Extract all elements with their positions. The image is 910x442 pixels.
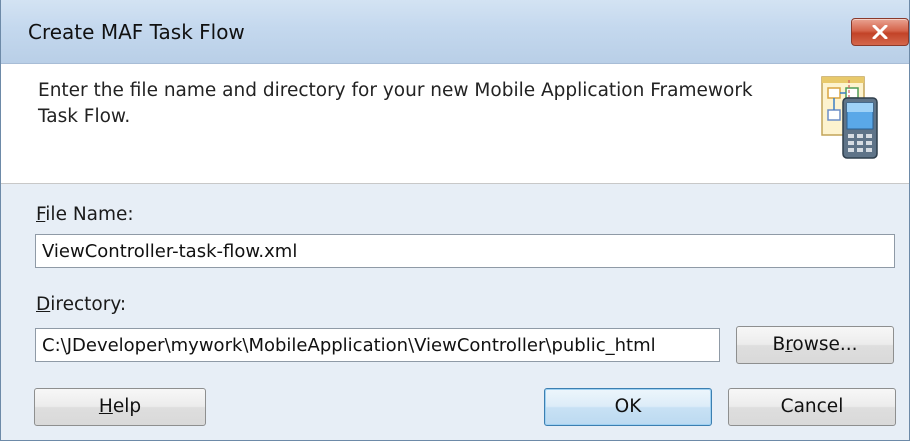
- form-panel: File Name: Directory: Browse... Help OK …: [1, 184, 909, 440]
- directory-label-mnemonic: D: [36, 294, 51, 315]
- file-name-label-text: ile Name:: [45, 204, 134, 225]
- task-flow-mobile-icon: [819, 76, 881, 164]
- browse-button[interactable]: Browse...: [736, 326, 894, 364]
- close-icon: [872, 25, 888, 39]
- dialog-window: Create MAF Task Flow Enter the file name…: [0, 0, 910, 441]
- ok-button[interactable]: OK: [544, 388, 712, 426]
- file-name-label: File Name:: [36, 204, 134, 225]
- browse-button-prefix: B: [772, 334, 786, 355]
- help-button-mnemonic: H: [98, 396, 113, 417]
- directory-input[interactable]: [35, 328, 720, 362]
- directory-label-text: irectory:: [50, 294, 127, 315]
- browse-button-suffix: owse...: [792, 334, 858, 355]
- close-button[interactable]: [851, 18, 909, 46]
- dialog-title: Create MAF Task Flow: [28, 20, 245, 44]
- header-description: Enter the file name and directory for yo…: [38, 80, 753, 127]
- file-name-label-mnemonic: F: [36, 204, 46, 225]
- header-panel: Enter the file name and directory for yo…: [1, 64, 909, 184]
- directory-label: Directory:: [36, 294, 126, 315]
- help-button-suffix: elp: [112, 396, 142, 417]
- file-name-input[interactable]: [35, 234, 895, 268]
- cancel-button[interactable]: Cancel: [728, 388, 896, 426]
- title-bar[interactable]: Create MAF Task Flow: [1, 0, 909, 64]
- help-button[interactable]: Help: [34, 388, 206, 426]
